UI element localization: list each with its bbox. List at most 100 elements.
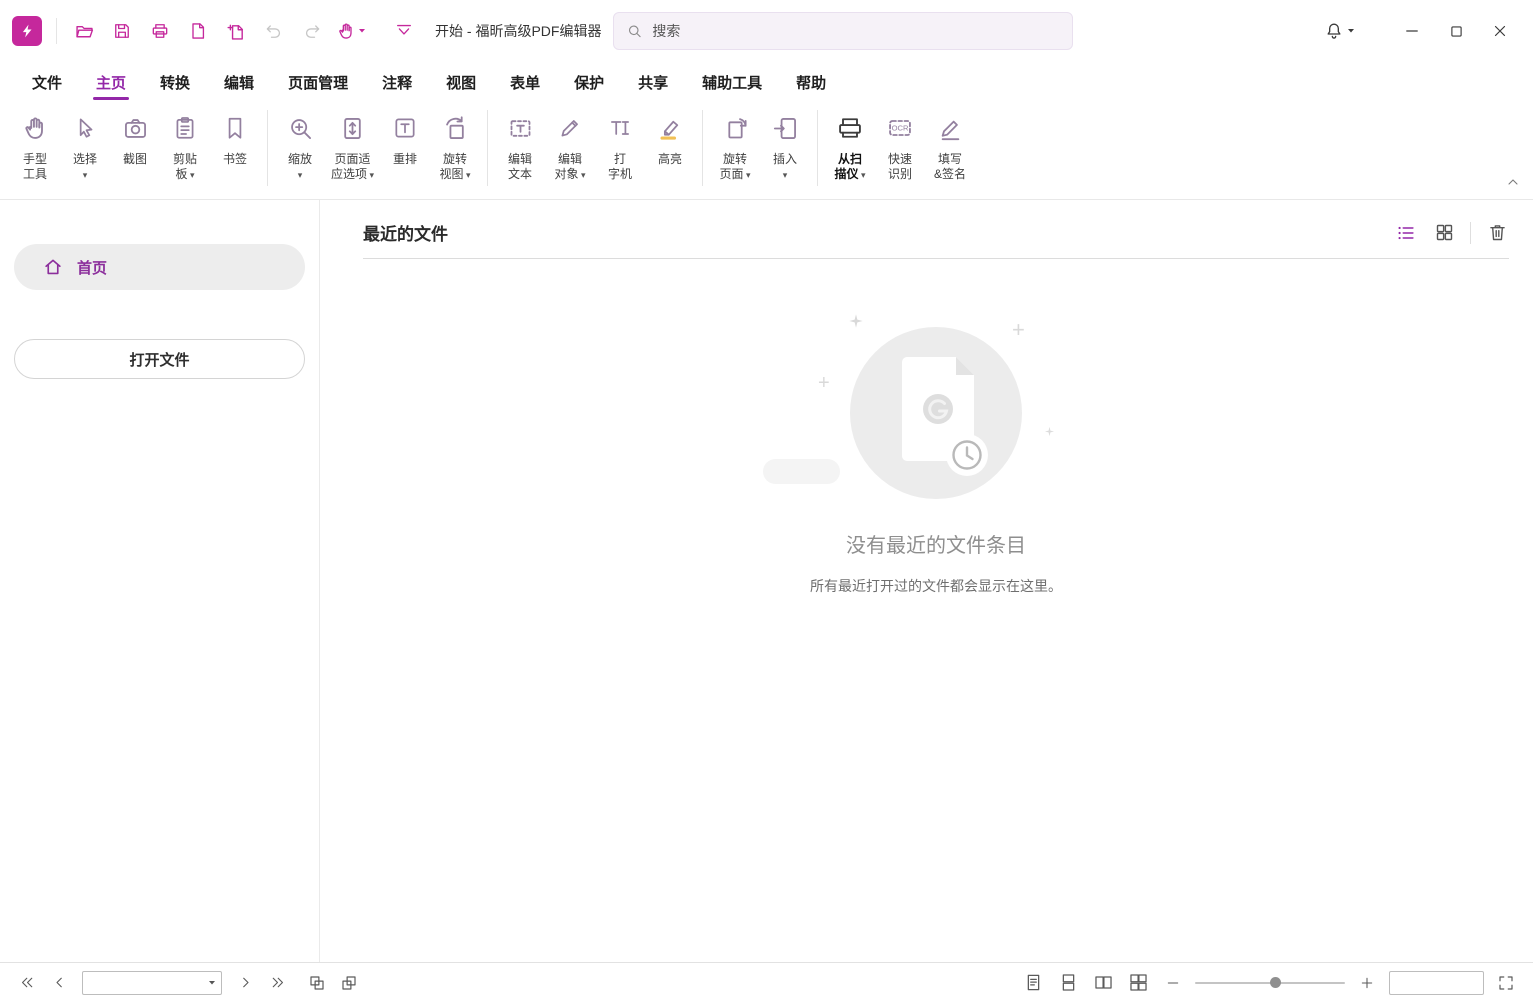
next-page-button[interactable] [232, 970, 258, 996]
ribbon: 手型 工具 选择 截图 剪贴 板 书签 缩放 页面适 应选项 [0, 100, 1533, 200]
typewriter-icon [607, 110, 633, 146]
reflow-label: 重排 [393, 152, 417, 167]
fill-sign-button[interactable]: 填写 &签名 [925, 108, 975, 184]
sidebar-item-home[interactable]: 首页 [14, 244, 305, 290]
from-scanner-button[interactable]: 从扫 描仪 [825, 108, 875, 185]
tab-protect[interactable]: 保护 [558, 65, 620, 100]
zoom-slider[interactable] [1195, 973, 1345, 993]
grid-view-button[interactable] [1432, 221, 1456, 245]
redo-button[interactable] [295, 14, 329, 48]
insert-pages-button[interactable]: 插入 [760, 108, 810, 185]
new-document-button[interactable] [219, 14, 253, 48]
zoom-in-button[interactable] [1354, 970, 1380, 996]
list-view-icon [1395, 222, 1417, 244]
empty-document-icon [850, 327, 1022, 499]
foxit-pdf-editor-window: 开始 - 福昕高级PDF编辑器 文件 主页 转换 编辑 页面管理 [0, 0, 1533, 1002]
print-button[interactable] [143, 14, 177, 48]
previous-view-icon [308, 974, 326, 992]
camera-icon [122, 110, 149, 146]
undo-button[interactable] [257, 14, 291, 48]
select-label: 选择 [73, 152, 97, 183]
close-icon [1491, 22, 1509, 40]
chevron-down-icon [358, 28, 366, 34]
zoom-level-input[interactable] [1390, 976, 1483, 990]
open-file-sidebar-button[interactable]: 打开文件 [14, 339, 305, 379]
clipboard-button[interactable]: 剪贴 板 [160, 108, 210, 185]
rotate-view-button[interactable]: 旋转 视图 [430, 108, 480, 185]
reflow-button[interactable]: 重排 [380, 108, 430, 169]
tab-view[interactable]: 视图 [430, 65, 492, 100]
single-page-view-button[interactable] [1020, 970, 1046, 996]
document-icon [188, 21, 208, 41]
grid-view-icon [1434, 222, 1455, 243]
next-view-button[interactable] [336, 970, 362, 996]
open-file-button[interactable] [67, 14, 101, 48]
next-view-icon [340, 974, 358, 992]
print-icon [150, 21, 170, 41]
previous-page-button[interactable] [46, 970, 72, 996]
chevron-down-icon [1347, 28, 1355, 34]
tab-file[interactable]: 文件 [16, 65, 78, 100]
notifications-button[interactable] [1316, 13, 1363, 49]
save-button[interactable] [105, 14, 139, 48]
rotate-pages-button[interactable]: 旋转 页面 [710, 108, 760, 185]
tab-form[interactable]: 表单 [494, 65, 556, 100]
quick-ocr-button[interactable]: OCR 快速 识别 [875, 108, 925, 184]
illustration-circle [850, 327, 1022, 499]
typewriter-button[interactable]: 打 字机 [595, 108, 645, 184]
facing-view-button[interactable] [1090, 970, 1116, 996]
tab-help[interactable]: 帮助 [780, 65, 842, 100]
collapse-ribbon-button[interactable] [1505, 174, 1521, 195]
minus-icon [1165, 975, 1181, 991]
toolbar-mode-button[interactable] [387, 14, 421, 48]
snapshot-button[interactable]: 截图 [110, 108, 160, 169]
document-button[interactable] [181, 14, 215, 48]
search-input[interactable] [652, 23, 1060, 39]
zoom-button[interactable]: 缩放 [275, 108, 325, 185]
hand-tool-quick-button[interactable] [333, 14, 369, 48]
zoom-out-button[interactable] [1160, 970, 1186, 996]
edit-object-button[interactable]: 编辑 对象 [545, 108, 595, 185]
fullscreen-button[interactable] [1493, 970, 1519, 996]
clear-recent-button[interactable] [1485, 221, 1509, 245]
rotate-pages-label: 旋转 页面 [720, 152, 751, 183]
home-icon [42, 256, 64, 278]
first-page-button[interactable] [14, 970, 40, 996]
previous-view-button[interactable] [304, 970, 330, 996]
body: 首页 打开文件 最近的文件 [0, 200, 1533, 962]
bell-icon [1324, 21, 1344, 41]
last-page-button[interactable] [264, 970, 290, 996]
new-document-icon [226, 21, 247, 42]
titlebar: 开始 - 福昕高级PDF编辑器 [0, 0, 1533, 62]
redo-icon [302, 21, 322, 41]
highlight-button[interactable]: 高亮 [645, 108, 695, 169]
continuous-view-button[interactable] [1055, 970, 1081, 996]
list-view-button[interactable] [1394, 221, 1418, 245]
page-number-input[interactable] [83, 976, 203, 990]
zoom-slider-thumb[interactable] [1270, 977, 1281, 988]
tab-comment[interactable]: 注释 [366, 65, 428, 100]
select-button[interactable]: 选择 [60, 108, 110, 185]
bookmark-button[interactable]: 书签 [210, 108, 260, 169]
tab-home[interactable]: 主页 [80, 65, 142, 100]
tab-edit[interactable]: 编辑 [208, 65, 270, 100]
chevron-down-icon[interactable] [203, 980, 221, 986]
bookmark-label: 书签 [223, 152, 247, 167]
tab-share[interactable]: 共享 [622, 65, 684, 100]
search-box[interactable] [613, 12, 1073, 50]
hand-tool-button[interactable]: 手型 工具 [10, 108, 60, 184]
empty-state-subtitle: 所有最近打开过的文件都会显示在这里。 [810, 576, 1062, 596]
zoom-level-combobox[interactable] [1389, 971, 1484, 995]
tab-accessibility[interactable]: 辅助工具 [686, 65, 778, 100]
minimize-button[interactable] [1391, 13, 1433, 49]
tab-convert[interactable]: 转换 [144, 65, 206, 100]
close-button[interactable] [1479, 13, 1521, 49]
page-title: 最近的文件 [363, 220, 448, 245]
edit-object-pencil-icon [557, 110, 583, 146]
tab-page-management[interactable]: 页面管理 [272, 65, 364, 100]
fit-page-options-button[interactable]: 页面适 应选项 [325, 108, 380, 185]
page-number-combobox[interactable] [82, 971, 222, 995]
maximize-button[interactable] [1435, 13, 1477, 49]
facing-continuous-view-button[interactable] [1125, 970, 1151, 996]
edit-text-button[interactable]: 编辑 文本 [495, 108, 545, 184]
